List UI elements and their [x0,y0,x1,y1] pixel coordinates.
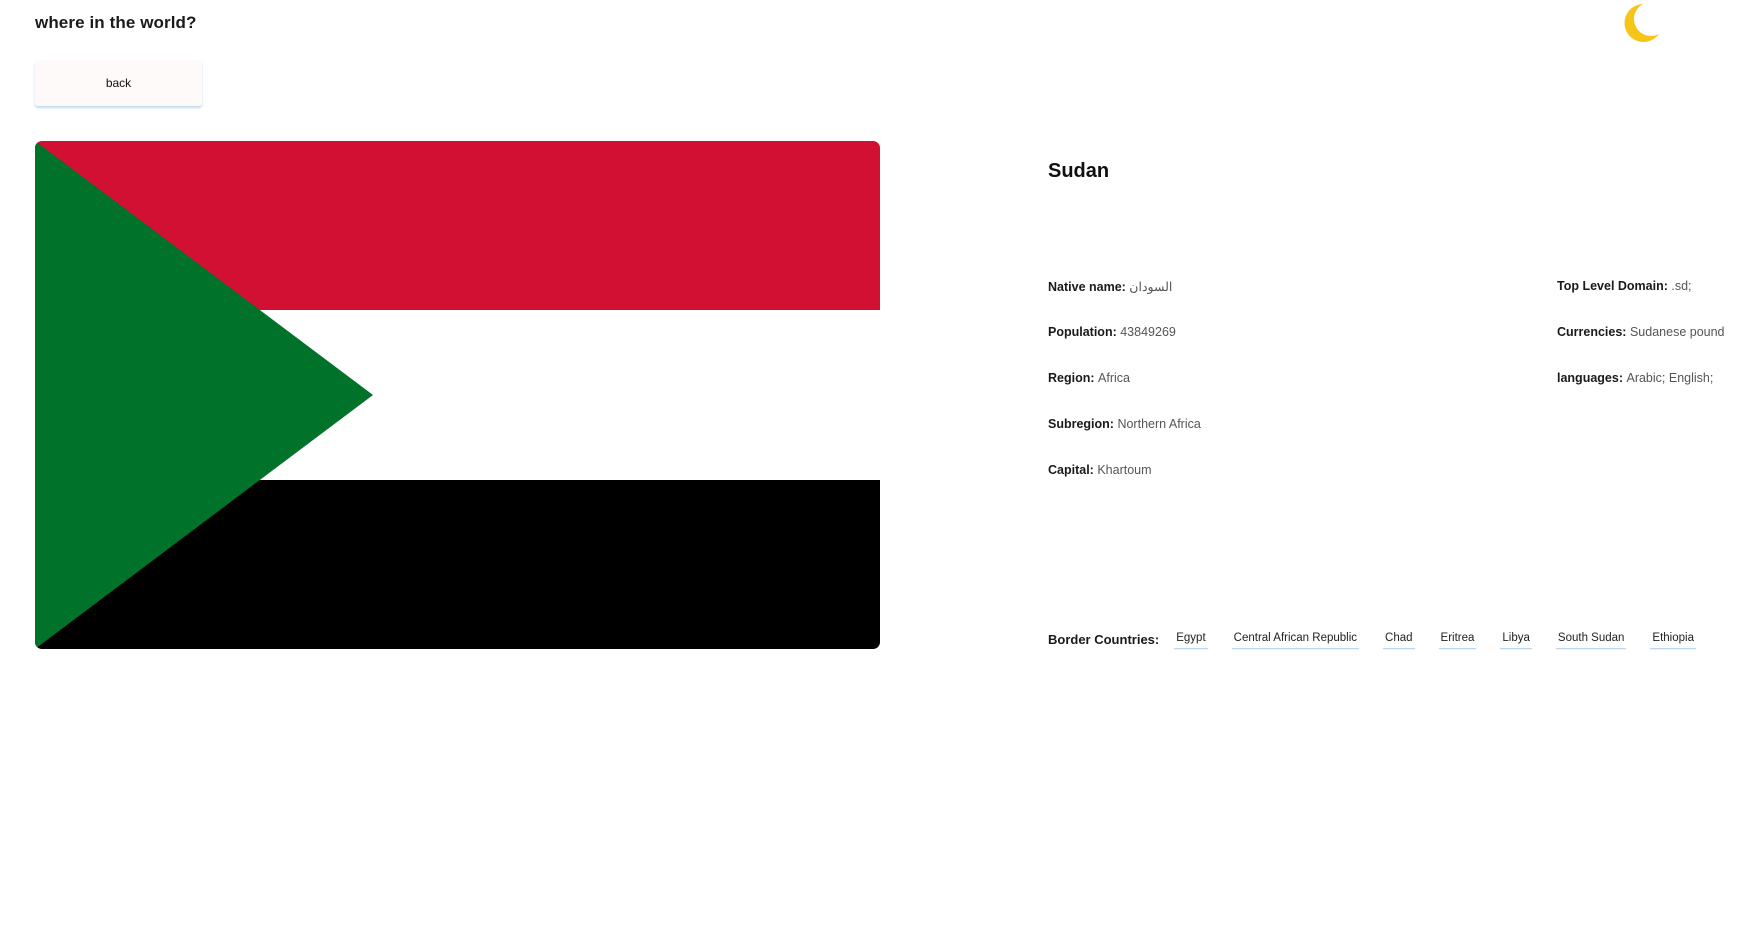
border-countries-label: Border Countries: [1048,631,1160,647]
population-label: Population: [1048,325,1117,339]
languages-label: languages: [1557,371,1623,385]
population-value: 43849269 [1120,325,1176,339]
back-button[interactable]: back [35,60,202,106]
border-country-chip[interactable]: Libya [1499,630,1533,648]
native-name-value: السودان [1129,280,1173,294]
languages-row: languages: Arabic; English; [1557,371,1713,385]
subregion-value: Northern Africa [1117,417,1201,431]
border-country-chip[interactable]: Central African Republic [1230,630,1361,648]
country-details: Sudan Native name: السودان Population: 4… [1048,0,1744,952]
border-country-chip[interactable]: Eritrea [1437,630,1478,648]
currencies-label: Currencies: [1557,325,1627,339]
subregion-label: Subregion: [1048,417,1114,431]
country-detail-page: where in the world? back Sudan Native na… [0,0,1744,952]
top-level-domain-label: Top Level Domain: [1557,279,1668,293]
border-country-chip[interactable]: South Sudan [1554,630,1628,648]
capital-row: Capital: Khartoum [1048,463,1152,477]
border-country-chip[interactable]: Ethiopia [1649,630,1697,648]
currencies-row: Currencies: Sudanese pound [1557,325,1725,339]
native-name-row: Native name: السودان [1048,279,1172,294]
border-countries: Border Countries: Egypt Central African … [1048,630,1697,648]
country-name: Sudan [1048,160,1110,182]
app-title: where in the world? [35,13,197,32]
border-country-chip[interactable]: Chad [1382,630,1416,648]
native-name-label: Native name: [1048,280,1126,294]
capital-label: Capital: [1048,463,1094,477]
country-flag [35,141,880,649]
top-level-domain-value: .sd; [1671,279,1692,293]
region-label: Region: [1048,371,1095,385]
region-row: Region: Africa [1048,371,1130,385]
subregion-row: Subregion: Northern Africa [1048,417,1201,431]
border-country-chip[interactable]: Egypt [1173,630,1209,648]
region-value: Africa [1098,371,1130,385]
currencies-value: Sudanese pound [1629,325,1725,339]
languages-value: Arabic; English; [1626,371,1714,385]
population-row: Population: 43849269 [1048,325,1176,339]
capital-value: Khartoum [1097,463,1152,477]
top-level-domain-row: Top Level Domain: .sd; [1557,279,1692,293]
